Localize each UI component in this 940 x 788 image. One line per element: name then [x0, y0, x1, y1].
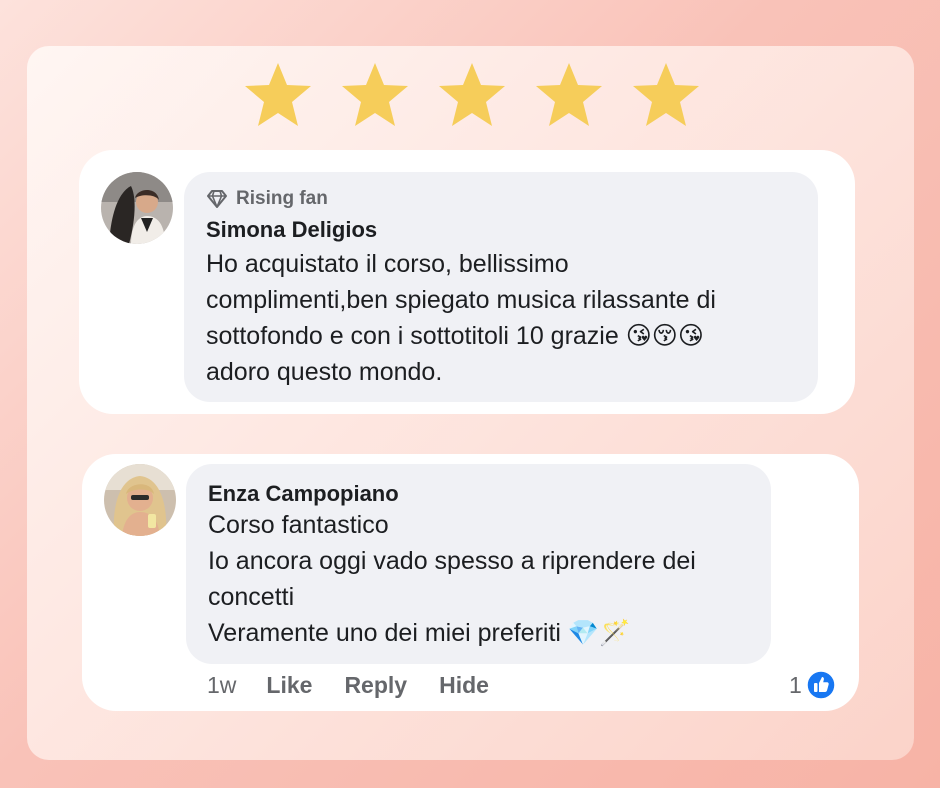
- avatar[interactable]: [104, 464, 176, 536]
- comment-bubble: Enza Campopiano Corso fantastico Io anco…: [186, 464, 771, 664]
- thumbs-up-icon: [806, 670, 836, 700]
- comment-text: Ho acquistato il corso, bellissimo compl…: [206, 246, 806, 390]
- badge-label: Rising fan: [236, 188, 328, 209]
- comment-line: concetti: [208, 583, 295, 611]
- comment-line: Corso fantastico: [208, 511, 389, 539]
- reply-button[interactable]: Reply: [344, 672, 407, 699]
- comment-line: Veramente uno dei miei preferiti 💎🪄: [208, 619, 631, 647]
- reaction-summary[interactable]: 1: [789, 670, 836, 700]
- star-icon: [630, 60, 702, 130]
- star-rating: [242, 60, 702, 130]
- comment-bubble: Rising fan Simona Deligios Ho acquistato…: [184, 172, 818, 402]
- diamond-badge-icon: [206, 188, 228, 210]
- hide-button[interactable]: Hide: [439, 672, 489, 699]
- comment-line: Ho acquistato il corso, bellissimo: [206, 250, 569, 278]
- comment-actions: 1w Like Reply Hide: [207, 672, 521, 699]
- author-name[interactable]: Simona Deligios: [206, 217, 377, 243]
- author-name[interactable]: Enza Campopiano: [208, 481, 399, 507]
- reaction-count: 1: [789, 671, 802, 698]
- comment-line: Io ancora oggi vado spesso a riprendere …: [208, 547, 696, 575]
- rising-fan-badge: Rising fan: [206, 188, 328, 210]
- star-icon: [533, 60, 605, 130]
- comment-text: Corso fantastico Io ancora oggi vado spe…: [208, 507, 768, 651]
- star-icon: [436, 60, 508, 130]
- comment-line: sottofondo e con i sottotitoli 10 grazie…: [206, 322, 704, 350]
- comment-timestamp[interactable]: 1w: [207, 672, 236, 699]
- star-icon: [242, 60, 314, 130]
- avatar[interactable]: [101, 172, 173, 244]
- comment-line: complimenti,ben spiegato musica rilassan…: [206, 286, 716, 314]
- star-icon: [339, 60, 411, 130]
- like-button[interactable]: Like: [266, 672, 312, 699]
- comment-line: adoro questo mondo.: [206, 358, 443, 386]
